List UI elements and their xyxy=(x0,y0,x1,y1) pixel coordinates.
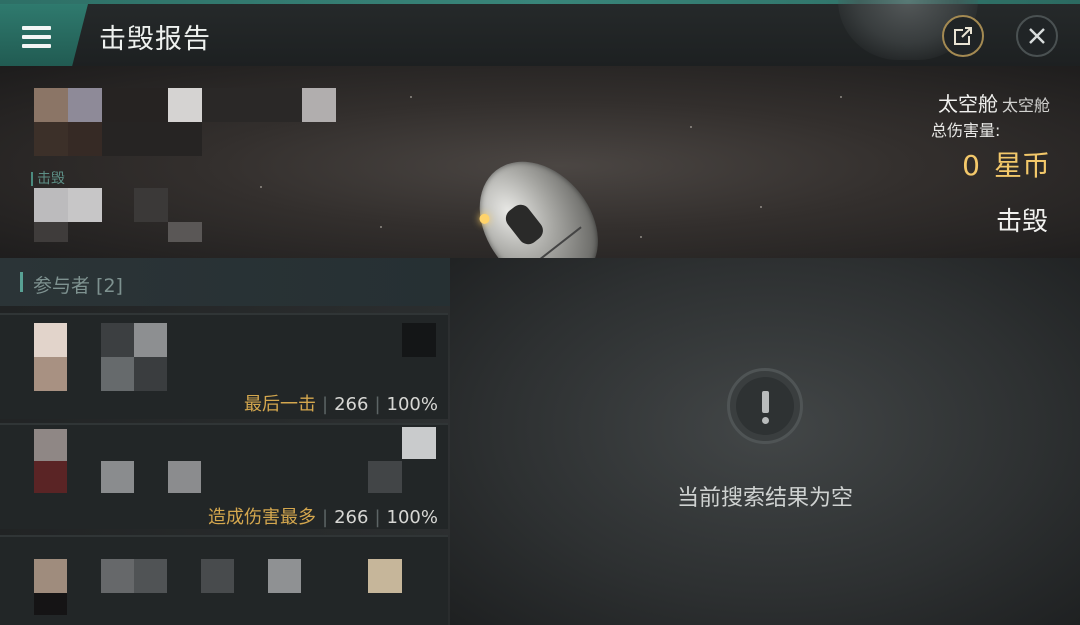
participant-percent: 100% xyxy=(386,394,438,415)
damage-value: 0 xyxy=(962,149,980,182)
participant-role: 最后一击 xyxy=(244,394,317,415)
kill-status: 击毁 xyxy=(995,207,1048,237)
share-button[interactable] xyxy=(942,15,984,57)
participant-row[interactable]: 造成伤害最多 | 266 | 100% xyxy=(0,423,448,529)
hamburger-menu-icon[interactable] xyxy=(22,26,51,48)
damage-label: 总伤害量: xyxy=(931,121,1001,140)
section-accent-bar xyxy=(20,272,23,292)
victim-info: 太空舱 太空舱 xyxy=(938,88,1050,117)
participant-damage: 266 xyxy=(334,394,369,415)
participant-damage: 266 xyxy=(334,507,369,528)
participant-percent: 100% xyxy=(386,507,438,528)
participant-stats: 最后一击 | 266 | 100% xyxy=(244,394,438,415)
kill-report-screen: 击毁报告 击毁 太空舱 太空舱 总伤害量: 0 星币 击毁 参与者 [2] 最后… xyxy=(0,0,1080,625)
participant-role: 造成伤害最多 xyxy=(208,507,317,528)
page-title: 击毁报告 xyxy=(99,24,211,55)
participants-header: 参与者 [2] xyxy=(0,258,450,306)
close-icon xyxy=(1029,28,1045,44)
victim-type: 太空舱 xyxy=(1001,96,1050,115)
participants-title: 参与者 [2] xyxy=(33,275,123,297)
damage-unit: 星币 xyxy=(993,149,1050,182)
kill-banner: 击毁 太空舱 太空舱 总伤害量: 0 星币 击毁 xyxy=(0,66,1080,258)
alert-exclamation-icon xyxy=(727,368,803,444)
share-external-icon xyxy=(954,26,973,45)
empty-state-text: 当前搜索结果为空 xyxy=(676,486,853,511)
participant-row[interactable] xyxy=(0,535,448,625)
menu-button[interactable] xyxy=(0,4,88,66)
damage-value-row: 0 星币 xyxy=(962,144,1050,184)
participant-stats: 造成伤害最多 | 266 | 100% xyxy=(208,507,438,528)
participant-row[interactable]: 最后一击 | 266 | 100% xyxy=(0,313,448,419)
ship-pod-image xyxy=(443,129,634,258)
close-button[interactable] xyxy=(1016,15,1058,57)
killed-tag: 击毁 xyxy=(31,172,65,186)
victim-name: 太空舱 xyxy=(937,92,998,116)
header-bar: 击毁报告 xyxy=(0,0,1080,66)
